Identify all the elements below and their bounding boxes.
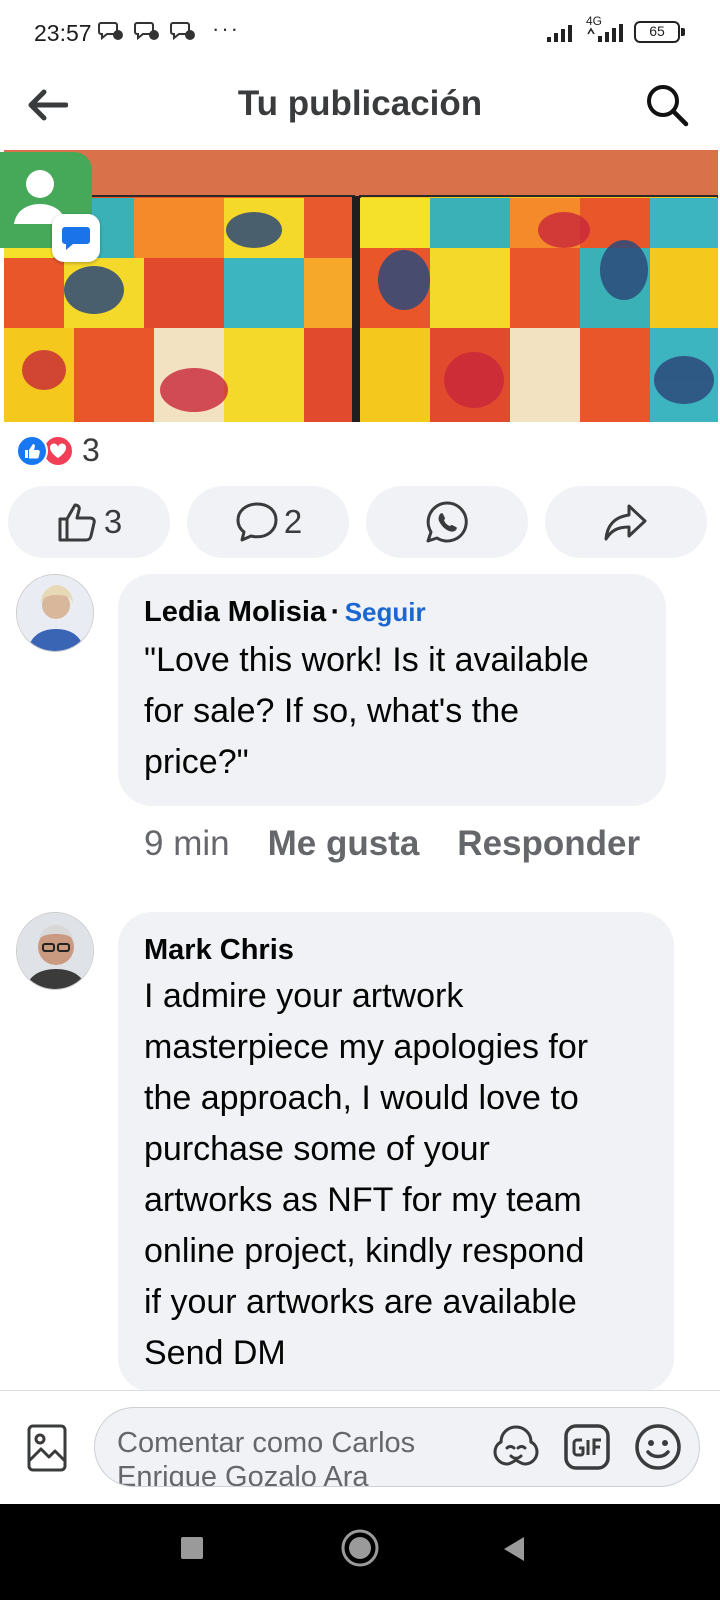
avatar-image: [17, 913, 93, 989]
status-time: 23:57: [34, 20, 92, 46]
comment-placeholder: Comentar como Carlos Enrique Gozalo Ara: [117, 1427, 416, 1487]
commenter-name[interactable]: Mark Chris: [144, 934, 294, 966]
comment-bubble[interactable]: Ledia Molisia · Seguir "Love this work! …: [118, 574, 666, 806]
comment-button[interactable]: 2: [187, 486, 349, 558]
like-reaction-icon: [16, 434, 48, 467]
comment-header: Mark Chris: [144, 934, 648, 967]
system-nav-bar: [0, 1504, 720, 1600]
comment-icon: [236, 502, 278, 542]
photo-icon: [27, 1424, 67, 1472]
follow-button[interactable]: Seguir: [345, 597, 426, 627]
post-actions: 3 2: [8, 486, 712, 558]
emoji-button[interactable]: [633, 1422, 683, 1477]
whatsapp-icon: [426, 501, 468, 543]
avatar-sticker-button[interactable]: [491, 1422, 541, 1477]
square-icon: [181, 1537, 203, 1559]
add-photo-button[interactable]: [26, 1423, 68, 1478]
like-count: 3: [103, 503, 123, 540]
comment-time: 9 min: [144, 824, 230, 863]
message-badge: [52, 214, 100, 262]
home-button[interactable]: [340, 1528, 380, 1573]
share-arrow-icon: [604, 504, 647, 541]
commenter-name[interactable]: Ledia Molisia: [144, 596, 326, 628]
status-bar: 23:57 ··· 4G 65: [0, 0, 720, 66]
page-title: Tu publicación: [237, 84, 483, 123]
comment-text: "Love this work! Is it available for sal…: [144, 641, 589, 781]
like-button[interactable]: 3: [8, 486, 170, 558]
status-right: 4G 65: [546, 14, 685, 44]
post-image[interactable]: [4, 150, 718, 422]
battery-icon: 65: [634, 21, 685, 43]
recents-button[interactable]: [178, 1534, 206, 1567]
gif-button[interactable]: [563, 1423, 611, 1476]
comment-reply-button[interactable]: Responder: [457, 824, 640, 864]
triangle-back-icon: [504, 1537, 524, 1561]
home-circle-icon: [341, 1529, 379, 1567]
comment-count: 2: [283, 503, 303, 540]
chat-notification-icon: [98, 22, 123, 41]
comment-input[interactable]: Comentar como Carlos Enrique Gozalo Ara: [94, 1407, 700, 1487]
reactions-summary[interactable]: 3: [16, 432, 100, 469]
thumbs-up-icon: [58, 503, 96, 542]
composer-icons: [491, 1422, 683, 1477]
app-header: Tu publicación: [0, 66, 720, 146]
comment-like-button[interactable]: Me gusta: [268, 824, 420, 864]
avatar[interactable]: [16, 912, 94, 990]
comment-header: Ledia Molisia · Seguir: [144, 596, 640, 629]
signal-icon: [587, 24, 623, 42]
notification-icons: [98, 20, 196, 42]
search-button[interactable]: [640, 78, 694, 132]
more-notifications-icon: ···: [212, 16, 240, 41]
search-icon: [647, 85, 689, 127]
comment-bubble[interactable]: Mark Chris I admire your artwork masterp…: [118, 912, 674, 1392]
whatsapp-share-button[interactable]: [366, 486, 528, 558]
avatar-sticker-icon: [493, 1425, 539, 1466]
emoji-icon: [635, 1424, 681, 1470]
comment-meta: 9 min Me gusta Responder: [144, 824, 640, 864]
signal-icon: [547, 25, 572, 42]
avatar[interactable]: [16, 574, 94, 652]
battery-level: 65: [649, 23, 665, 39]
reaction-count: 3: [82, 432, 100, 468]
share-button[interactable]: [545, 486, 707, 558]
avatar-image: [17, 575, 93, 651]
contact-sync-badge[interactable]: [0, 152, 100, 262]
gif-icon: [564, 1424, 610, 1470]
separator-dot: ·: [330, 596, 341, 628]
back-nav-button[interactable]: [500, 1534, 528, 1569]
comment-text: I admire your artwork masterpiece my apo…: [144, 977, 589, 1372]
artwork-image: [4, 150, 718, 422]
chat-notification-icon: [170, 22, 195, 41]
comment-composer: Comentar como Carlos Enrique Gozalo Ara: [0, 1390, 720, 1504]
chat-bubble-icon: [62, 227, 90, 250]
chat-notification-icon: [134, 22, 159, 41]
network-indicator: 4G: [586, 14, 626, 44]
